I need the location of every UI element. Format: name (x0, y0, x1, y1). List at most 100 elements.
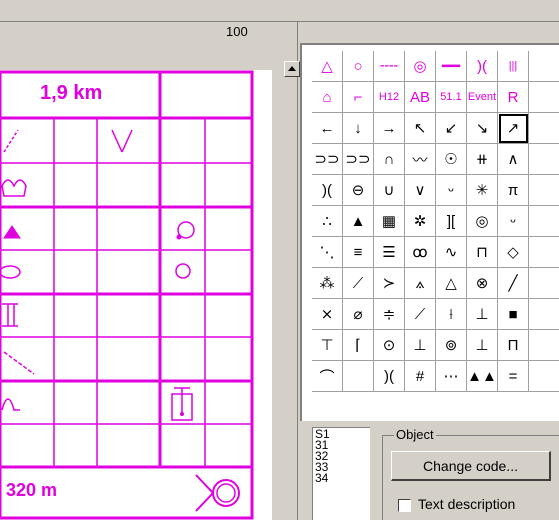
palette-symbol[interactable]: ᵕ (498, 206, 529, 237)
palette-symbol[interactable]: ≡ (343, 237, 374, 268)
palette-symbol[interactable]: AB (405, 82, 436, 113)
palette-symbol[interactable]: Event (467, 82, 498, 113)
palette-symbol[interactable]: ⌒ (312, 361, 343, 392)
bottom-panel: S1 31 32 33 34 Object Change code... Text de… (300, 421, 559, 520)
palette-symbol[interactable]: ⟋ (343, 268, 374, 299)
palette-symbol[interactable]: ⨯ (312, 299, 343, 330)
palette-symbol[interactable]: ⊥ (467, 299, 498, 330)
palette-symbol[interactable]: ✳ (467, 175, 498, 206)
palette-symbol[interactable]: ◇ (498, 237, 529, 268)
palette-symbol[interactable]: ↗ (498, 113, 529, 144)
palette-symbol[interactable] (529, 175, 559, 206)
palette-symbol[interactable] (529, 51, 559, 82)
palette-symbol[interactable]: ⊥ (467, 330, 498, 361)
palette-symbol[interactable]: ⧺ (467, 144, 498, 175)
app-window: 100 1,9 km 320 m △ ○ ╌╌ ◎ ━━)(||| ⌂ ⌐ … (0, 0, 559, 520)
palette-symbol[interactable]: ⟋ (405, 299, 436, 330)
palette-symbol[interactable]: ⊙ (374, 330, 405, 361)
palette-symbol[interactable] (529, 237, 559, 268)
climb-label: 320 m (6, 480, 58, 500)
palette-symbol[interactable]: ↖ (405, 113, 436, 144)
top-strip (0, 0, 559, 22)
palette-symbol[interactable]: ⟊ (436, 299, 467, 330)
palette-symbol[interactable]: ⊗ (467, 268, 498, 299)
palette-symbol[interactable]: ▲▲ (467, 361, 498, 392)
object-group-title: Object (394, 427, 436, 442)
scroll-up-button[interactable] (284, 61, 300, 77)
palette-symbol[interactable]: )( (374, 361, 405, 392)
palette-symbol[interactable]: R (498, 82, 529, 113)
palette-symbol[interactable]: ━━ (436, 51, 467, 82)
palette-symbol[interactable]: ╱ (498, 268, 529, 299)
palette-symbol[interactable]: ◎ (405, 51, 436, 82)
palette-symbol[interactable]: ∩ (374, 144, 405, 175)
palette-symbol[interactable]: )( (467, 51, 498, 82)
palette-symbol[interactable]: ᵕ (436, 175, 467, 206)
palette-symbol[interactable]: ⊤ (312, 330, 343, 361)
control-description-card[interactable]: 1,9 km 320 m (0, 70, 272, 520)
palette-symbol[interactable]: ↘ (467, 113, 498, 144)
palette-symbol[interactable] (529, 299, 559, 330)
palette-symbol[interactable] (529, 206, 559, 237)
text-description-checkbox[interactable] (398, 499, 411, 512)
palette-symbol[interactable]: ⌈ (343, 330, 374, 361)
palette-symbol[interactable]: ▲ (343, 206, 374, 237)
palette-symbol[interactable] (529, 144, 559, 175)
palette-symbol[interactable]: ⊥ (405, 330, 436, 361)
palette-symbol[interactable] (529, 82, 559, 113)
palette-symbol[interactable]: ⊓ (467, 237, 498, 268)
palette-symbol[interactable]: 51.1 (436, 82, 467, 113)
palette-symbol[interactable]: ◎ (467, 206, 498, 237)
palette-symbol[interactable]: ← (312, 113, 343, 144)
palette-symbol[interactable]: ≑ (374, 299, 405, 330)
palette-symbol[interactable]: ≻ (374, 268, 405, 299)
palette-symbol[interactable]: ⟑ (405, 268, 436, 299)
palette-symbol[interactable]: ∨ (405, 175, 436, 206)
palette-symbol[interactable]: 〰 (405, 144, 436, 175)
palette-symbol[interactable]: )( (312, 175, 343, 206)
code-list[interactable]: S1 31 32 33 34 (312, 427, 370, 520)
palette-symbol[interactable]: ☉ (436, 144, 467, 175)
palette-symbol[interactable]: ╌╌ (374, 51, 405, 82)
palette-symbol[interactable]: ∴ (312, 206, 343, 237)
palette-symbol[interactable]: △ (312, 51, 343, 82)
palette-symbol[interactable]: ⊃⊃ (312, 144, 343, 175)
palette-symbol[interactable]: ꝏ (405, 237, 436, 268)
palette-symbol[interactable]: ✲ (405, 206, 436, 237)
palette-symbol[interactable] (529, 330, 559, 361)
palette-symbol[interactable]: ⋯ (436, 361, 467, 392)
palette-symbol[interactable]: ↓ (343, 113, 374, 144)
palette-symbol[interactable]: ⊚ (436, 330, 467, 361)
palette-symbol[interactable]: ⊃⊃ (343, 144, 374, 175)
palette-symbol[interactable]: ■ (498, 299, 529, 330)
code-list-item[interactable]: 34 (315, 472, 368, 484)
palette-symbol[interactable]: ⌂ (312, 82, 343, 113)
palette-symbol[interactable]: ∿ (436, 237, 467, 268)
palette-symbol[interactable]: H12 (374, 82, 405, 113)
palette-symbol[interactable]: ||| (498, 51, 529, 82)
change-code-button[interactable]: Change code... (391, 451, 551, 481)
palette-symbol[interactable]: = (498, 361, 529, 392)
palette-symbol[interactable] (529, 361, 559, 392)
palette-symbol[interactable]: ⋱ (312, 237, 343, 268)
palette-symbol[interactable] (529, 113, 559, 144)
palette-symbol[interactable]: # (405, 361, 436, 392)
palette-symbol[interactable] (343, 361, 374, 392)
palette-symbol[interactable]: ↙ (436, 113, 467, 144)
palette-symbol[interactable] (529, 268, 559, 299)
palette-symbol[interactable]: ○ (343, 51, 374, 82)
palette-symbol[interactable]: ][ (436, 206, 467, 237)
palette-symbol[interactable]: ⁂ (312, 268, 343, 299)
palette-symbol[interactable]: ⌀ (343, 299, 374, 330)
palette-symbol[interactable]: ⌐ (343, 82, 374, 113)
palette-symbol[interactable]: ∧ (498, 144, 529, 175)
palette-symbol[interactable]: ▦ (374, 206, 405, 237)
palette-symbol[interactable]: → (374, 113, 405, 144)
palette-symbol[interactable]: Π (498, 330, 529, 361)
palette-symbol[interactable]: ⊖ (343, 175, 374, 206)
palette-symbol[interactable]: △ (436, 268, 467, 299)
palette-symbol[interactable]: ☰ (374, 237, 405, 268)
palette-symbol[interactable]: ∪ (374, 175, 405, 206)
symbol-palette[interactable]: △ ○ ╌╌ ◎ ━━)(||| ⌂ ⌐ H12 AB 51.1 Event R ← ↓ → ↖ ↙ ↘ ↗ ⊃⊃ ⊃⊃… (300, 43, 559, 421)
palette-symbol[interactable]: π (498, 175, 529, 206)
